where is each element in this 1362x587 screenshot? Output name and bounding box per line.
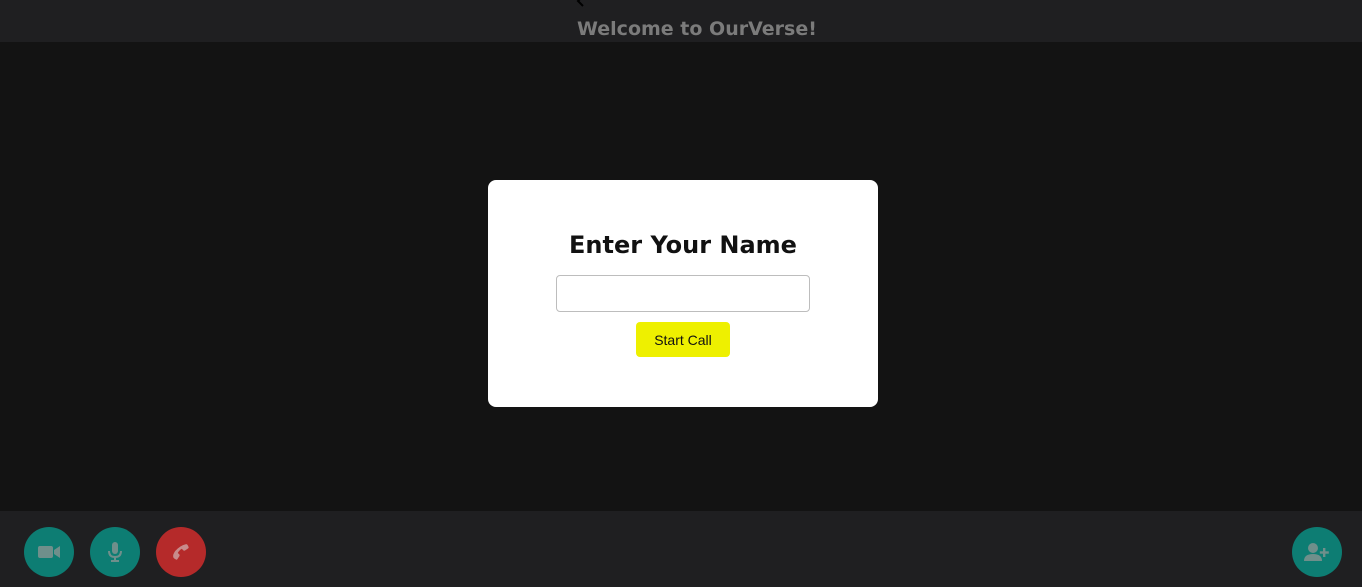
hang-up-button[interactable] bbox=[156, 527, 206, 577]
chevron-left-icon[interactable] bbox=[574, 0, 588, 8]
add-participant-button[interactable] bbox=[1292, 527, 1342, 577]
microphone-icon bbox=[108, 542, 122, 562]
name-input[interactable] bbox=[556, 275, 810, 312]
top-bar: Welcome to OurVerse! bbox=[0, 0, 1362, 42]
call-controls-bar bbox=[0, 511, 1362, 587]
start-call-button[interactable]: Start Call bbox=[636, 322, 730, 357]
mic-toggle-button[interactable] bbox=[90, 527, 140, 577]
add-user-icon bbox=[1304, 543, 1329, 561]
page-title: Welcome to OurVerse! bbox=[577, 18, 817, 40]
video-camera-icon bbox=[38, 546, 60, 558]
name-dialog: Enter Your Name Start Call bbox=[488, 180, 878, 407]
phone-icon bbox=[173, 544, 189, 560]
video-toggle-button[interactable] bbox=[24, 527, 74, 577]
dialog-title: Enter Your Name bbox=[569, 231, 797, 259]
app-root: Welcome to OurVerse! Enter Your Name Sta… bbox=[0, 0, 1362, 587]
